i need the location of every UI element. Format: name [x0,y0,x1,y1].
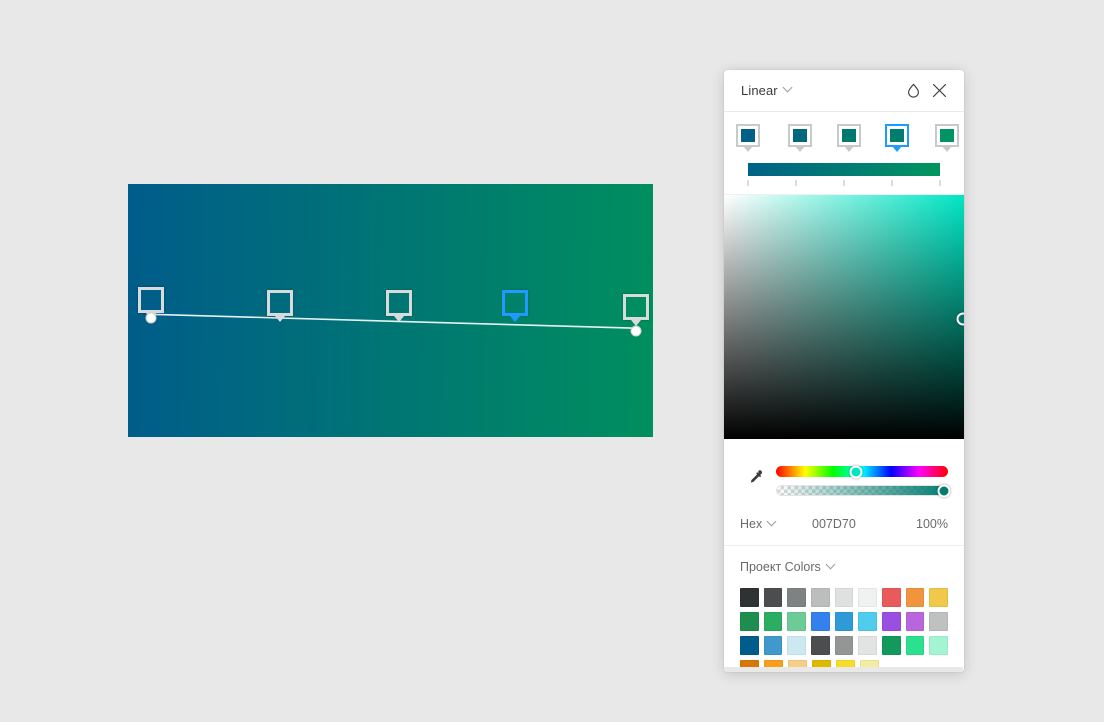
hue-slider[interactable] [776,465,948,478]
project-color-swatch-1-2[interactable] [763,588,783,607]
project-colors-row-2 [740,612,949,631]
color-mode-selector[interactable]: Hex [740,516,812,531]
gradient-stop-swatch-5[interactable] [934,124,959,152]
project-color-swatch-2-5[interactable] [834,612,854,631]
project-color-swatch-1-8[interactable] [905,588,925,607]
project-color-swatch-3-9[interactable] [929,636,949,655]
gradient-stop-swatch-3[interactable] [837,124,862,152]
hue-slider-handle[interactable] [849,465,863,478]
stop-pointer-icon [743,146,753,152]
artboard-stop-handle-2[interactable] [267,289,294,322]
gradient-stop-swatch-1[interactable] [736,124,760,152]
project-colors-row-1 [740,588,949,607]
project-color-swatch-3-6[interactable] [858,636,878,655]
stop-swatch-color [741,129,755,142]
project-color-swatch-3-8[interactable] [905,636,925,655]
project-color-swatch-1-9[interactable] [929,588,949,607]
stop-pointer-icon [631,319,642,326]
artboard-stop-handle-3[interactable] [385,289,412,322]
project-color-swatch-3-5[interactable] [834,636,854,655]
project-color-swatch-1-7[interactable] [882,588,901,607]
project-colors-header[interactable]: Проект Colors [740,559,948,574]
gradient-stop-swatch-2[interactable] [787,124,812,152]
project-color-swatch-2-2[interactable] [763,612,783,631]
slider-column [776,458,951,497]
gradient-stops-editor[interactable] [724,112,964,190]
gradient-tick-marks [747,180,941,187]
project-color-swatch-2-7[interactable] [882,612,901,631]
artboard-stop-handle-4[interactable] [501,289,528,322]
stop-swatch-color [890,129,905,142]
stop-pointer-icon [794,146,805,152]
slider-group[interactable] [724,439,964,509]
project-color-swatch-2-1[interactable] [740,612,759,631]
eyedropper-icon[interactable] [740,457,770,497]
gradient-artboard[interactable] [128,184,653,437]
gradient-stop-swatches[interactable] [736,124,959,154]
stop-swatch-color [939,129,954,142]
project-color-swatch-1-6[interactable] [858,588,878,607]
color-drop-icon[interactable] [900,78,926,104]
project-color-swatch-3-3[interactable] [787,636,807,655]
stop-pointer-icon [393,315,404,322]
project-color-swatch-2-4[interactable] [811,612,830,631]
tick-mark-2 [795,180,797,186]
project-color-swatch-2-9[interactable] [929,612,949,631]
gradient-line-end-dot[interactable] [630,325,642,337]
stop-pointer-icon [844,146,855,152]
tick-mark-1 [747,180,749,186]
chevron-down-icon[interactable] [782,82,793,93]
project-color-swatch-2-3[interactable] [787,612,807,631]
project-colors-grid[interactable] [740,588,949,672]
project-color-swatch-1-3[interactable] [787,588,807,607]
project-colors-row-3 [740,636,949,655]
project-color-swatch-1-5[interactable] [834,588,854,607]
project-color-swatch-1-1[interactable] [740,588,759,607]
stop-pointer-icon [892,146,903,152]
gradient-stop-swatch-4[interactable] [885,124,910,152]
stop-pointer-icon [941,146,952,152]
gradient-line-start-dot[interactable] [145,312,157,324]
alpha-value-input[interactable]: 100% [916,517,948,531]
tick-mark-4 [891,180,893,186]
tick-mark-5 [939,180,941,186]
stop-swatch-color [842,129,857,142]
project-colors-title: Проект Colors [740,560,821,574]
chevron-down-icon[interactable] [825,559,836,569]
alpha-slider[interactable] [776,484,951,497]
hex-input-row[interactable]: Hex 007D70 100% [724,509,964,545]
artboard-stop-handle-1[interactable] [138,287,165,320]
project-color-swatch-1-4[interactable] [811,588,830,607]
project-colors-section: Проект Colors [724,545,964,672]
project-color-swatch-3-7[interactable] [882,636,901,655]
color-mode-label: Hex [740,517,763,531]
close-icon[interactable] [926,78,952,104]
gradient-preview-bar[interactable] [748,163,940,176]
tick-mark-3 [843,180,845,186]
hex-value-input[interactable]: 007D70 [812,517,916,531]
app-root: Linear Hex 007D70 100% Проект Colors [0,0,1104,722]
project-color-swatch-3-4[interactable] [811,636,830,655]
stop-swatch-color [792,129,807,142]
chevron-down-icon[interactable] [766,516,777,526]
color-picker-panel[interactable]: Linear Hex 007D70 100% Проект Colors [724,70,964,672]
stop-pointer-icon [509,315,520,322]
sv-gradient[interactable] [724,195,964,439]
picker-header: Linear [724,70,964,112]
project-color-swatch-2-8[interactable] [905,612,925,631]
stop-pointer-icon [275,315,286,322]
alpha-slider-handle[interactable] [937,484,951,497]
saturation-value-field[interactable] [724,194,964,439]
project-color-swatch-3-1[interactable] [740,636,759,655]
gradient-type-label[interactable]: Linear [741,83,778,98]
panel-scrollbar[interactable] [724,667,963,672]
artboard-stop-handle-5[interactable] [623,293,650,326]
project-color-swatch-3-2[interactable] [763,636,783,655]
sv-handle[interactable] [956,312,964,326]
project-color-swatch-2-6[interactable] [858,612,878,631]
alpha-slider-fill [777,486,947,495]
